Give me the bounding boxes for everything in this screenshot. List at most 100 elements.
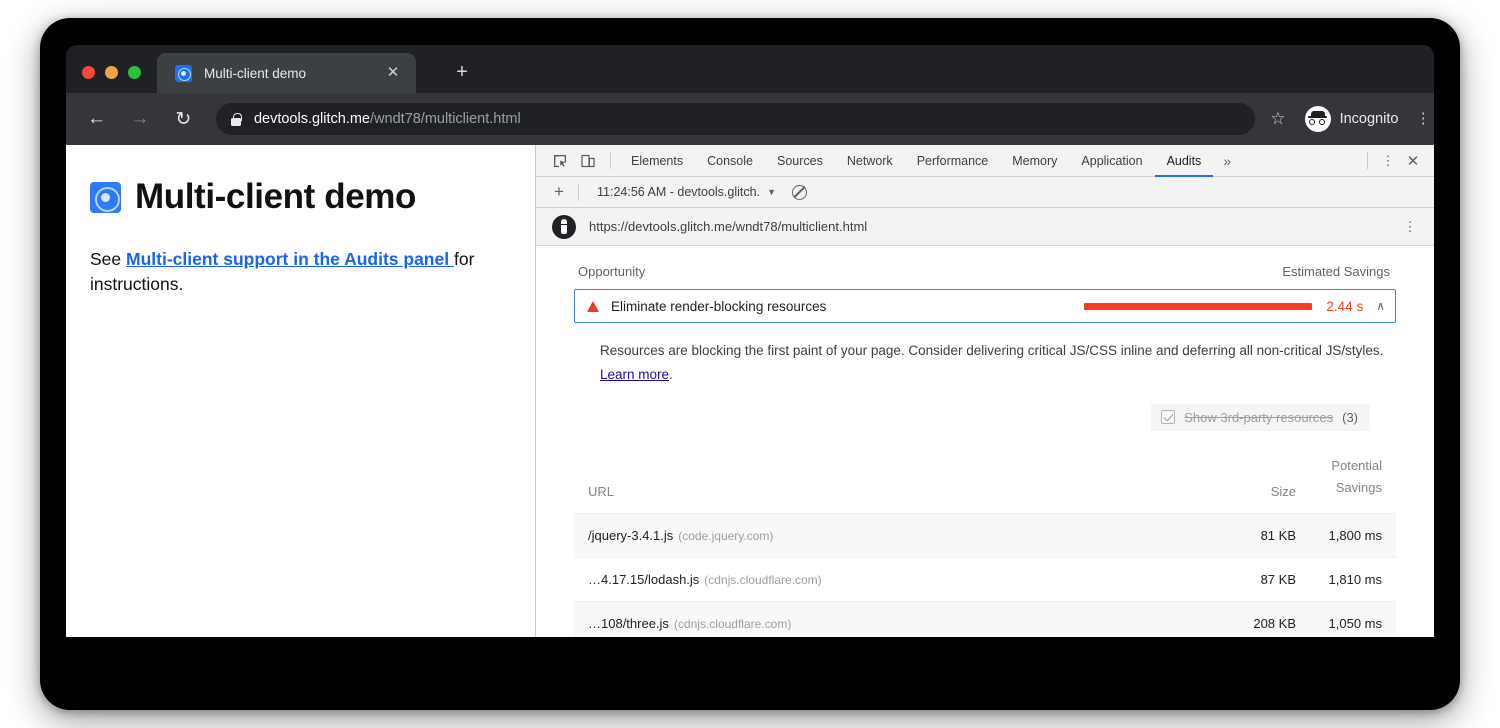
learn-more-link[interactable]: Learn more (600, 367, 669, 382)
column-header-size[interactable]: Size (1218, 447, 1310, 514)
maximize-window-button[interactable] (128, 66, 141, 79)
page-title: Multi-client demo (135, 177, 416, 217)
cell-url: /jquery-3.4.1.js (code.jquery.com) (574, 513, 1218, 557)
forward-button[interactable]: → (123, 102, 156, 136)
cell-size: 81 KB (1218, 513, 1310, 557)
audit-description-text: Resources are blocking the first paint o… (600, 343, 1383, 358)
opportunity-header: Opportunity Estimated Savings (574, 262, 1396, 289)
page-viewport: Multi-client demo See Multi-client suppo… (66, 145, 536, 637)
tab-application[interactable]: Application (1069, 145, 1154, 177)
savings-header-line2: Savings (1336, 480, 1382, 495)
devtools-tabbar-actions: ⋮ ✕ (1359, 152, 1434, 170)
tab-network[interactable]: Network (835, 145, 905, 177)
tab-title: Multi-client demo (204, 66, 306, 81)
multi-client-support-link[interactable]: Multi-client support in the Audits panel (126, 249, 454, 269)
estimated-savings-column-label: Estimated Savings (1282, 264, 1390, 279)
resource-origin: (code.jquery.com) (678, 529, 773, 543)
tab-sources[interactable]: Sources (765, 145, 835, 177)
devtools-tabbar: Elements Console Sources Network Perform… (536, 145, 1434, 177)
browser-toolbar: ← → ↻ devtools.glitch.me/wndt78/multicli… (66, 93, 1434, 145)
chevron-up-icon[interactable]: ∧ (1376, 299, 1385, 313)
address-bar[interactable]: devtools.glitch.me/wndt78/multiclient.ht… (216, 103, 1255, 135)
audit-savings-value: 2.44 s (1326, 299, 1363, 314)
cell-savings: 1,800 ms (1310, 513, 1396, 557)
devtools-close-icon[interactable]: ✕ (1400, 152, 1426, 170)
window-traffic-lights (82, 66, 141, 79)
tab-favicon-icon (175, 65, 192, 82)
resource-url: /jquery-3.4.1.js (588, 528, 673, 543)
tab-performance[interactable]: Performance (905, 145, 1001, 177)
cell-url: …4.17.15/lodash.js(cdnjs.cloudflare.com) (574, 557, 1218, 601)
lock-icon (230, 112, 243, 126)
content-area: Multi-client demo See Multi-client suppo… (66, 145, 1434, 637)
third-party-label: Show 3rd-party resources (1184, 410, 1333, 425)
cell-savings: 1,050 ms (1310, 601, 1396, 637)
back-button[interactable]: ← (80, 102, 113, 136)
audit-savings-group: 2.44 s ∧ (1084, 299, 1385, 314)
close-window-button[interactable] (82, 66, 95, 79)
opportunity-column-label: Opportunity (578, 264, 645, 279)
devtools-panel: Elements Console Sources Network Perform… (536, 145, 1434, 637)
devtools-menu-icon[interactable]: ⋮ (1376, 157, 1400, 165)
toolbar-divider-right (1367, 152, 1368, 169)
tab-elements[interactable]: Elements (619, 145, 695, 177)
warning-triangle-icon (587, 301, 599, 312)
incognito-profile-chip[interactable]: Incognito (1305, 106, 1399, 132)
audit-row-eliminate-render-blocking[interactable]: Eliminate render-blocking resources 2.44… (574, 289, 1396, 323)
report-body: Opportunity Estimated Savings Eliminate … (536, 246, 1434, 637)
device-toolbar-icon[interactable] (574, 148, 602, 174)
inspect-element-icon[interactable] (546, 148, 574, 174)
new-audit-button[interactable]: + (548, 182, 570, 202)
table-row[interactable]: /jquery-3.4.1.js(code.jquery.com) 81 KB … (574, 513, 1396, 557)
more-tabs-icon[interactable]: » (1213, 153, 1241, 169)
lighthouse-icon (552, 215, 576, 239)
resource-table-body: /jquery-3.4.1.js(code.jquery.com) 81 KB … (574, 513, 1396, 637)
show-third-party-resources-toggle[interactable]: Show 3rd-party resources (3) (1151, 404, 1370, 431)
url-path: /wndt78/multiclient.html (370, 111, 521, 127)
incognito-icon (1305, 106, 1331, 132)
cell-size: 87 KB (1218, 557, 1310, 601)
tab-console[interactable]: Console (695, 145, 765, 177)
resource-origin: (cdnjs.cloudflare.com) (704, 573, 821, 587)
audits-toolbar: + 11:24:56 AM - devtools.glitch. ▼ (536, 177, 1434, 208)
address-bar-url: devtools.glitch.me/wndt78/multiclient.ht… (254, 111, 521, 127)
cell-size: 208 KB (1218, 601, 1310, 637)
toolbar-divider (610, 152, 611, 169)
browser-menu-icon[interactable]: ⋮ (1412, 114, 1434, 124)
page-paragraph: See Multi-client support in the Audits p… (90, 247, 511, 298)
minimize-window-button[interactable] (105, 66, 118, 79)
column-header-url[interactable]: URL (574, 447, 1218, 514)
tab-close-icon[interactable]: ✕ (384, 64, 402, 82)
report-url: https://devtools.glitch.me/wndt78/multic… (589, 219, 867, 234)
report-url-bar: https://devtools.glitch.me/wndt78/multic… (536, 208, 1434, 246)
browser-window: Multi-client demo ✕ + ← → ↻ devtools.gli… (66, 45, 1434, 637)
resource-url: …108/three.js (588, 616, 669, 631)
third-party-checkbox[interactable] (1161, 410, 1175, 424)
url-host: devtools.glitch.me (254, 111, 370, 127)
report-select-value: 11:24:56 AM - devtools.glitch. (597, 185, 760, 199)
bookmark-star-icon[interactable]: ☆ (1265, 109, 1290, 129)
reload-button[interactable]: ↻ (167, 102, 200, 136)
table-row[interactable]: …4.17.15/lodash.js(cdnjs.cloudflare.com)… (574, 557, 1396, 601)
third-party-count: (3) (1342, 410, 1358, 425)
audit-description: Resources are blocking the first paint o… (600, 339, 1390, 388)
audit-savings-bar (1084, 303, 1312, 310)
incognito-label: Incognito (1340, 111, 1399, 127)
third-party-toggle-row: Show 3rd-party resources (3) (574, 404, 1370, 431)
column-header-potential-savings[interactable]: PotentialSavings (1310, 447, 1396, 514)
clear-all-icon[interactable] (792, 185, 807, 200)
resource-table-header-row: URL Size PotentialSavings (574, 447, 1396, 514)
audit-title: Eliminate render-blocking resources (611, 299, 826, 314)
report-menu-icon[interactable]: ⋮ (1400, 223, 1420, 231)
new-tab-button[interactable]: + (451, 62, 473, 84)
resource-table: URL Size PotentialSavings /jquery-3.4.1.… (574, 447, 1396, 637)
tab-audits[interactable]: Audits (1155, 145, 1214, 177)
cell-url: …108/three.js(cdnjs.cloudflare.com) (574, 601, 1218, 637)
table-row[interactable]: …108/three.js(cdnjs.cloudflare.com) 208 … (574, 601, 1396, 637)
report-select-dropdown[interactable]: 11:24:56 AM - devtools.glitch. ▼ (597, 185, 776, 199)
browser-tab[interactable]: Multi-client demo ✕ (157, 53, 416, 93)
tab-memory[interactable]: Memory (1000, 145, 1069, 177)
paragraph-text-before: See (90, 249, 126, 269)
page-heading: Multi-client demo (90, 177, 511, 217)
resource-table-head: URL Size PotentialSavings (574, 447, 1396, 514)
